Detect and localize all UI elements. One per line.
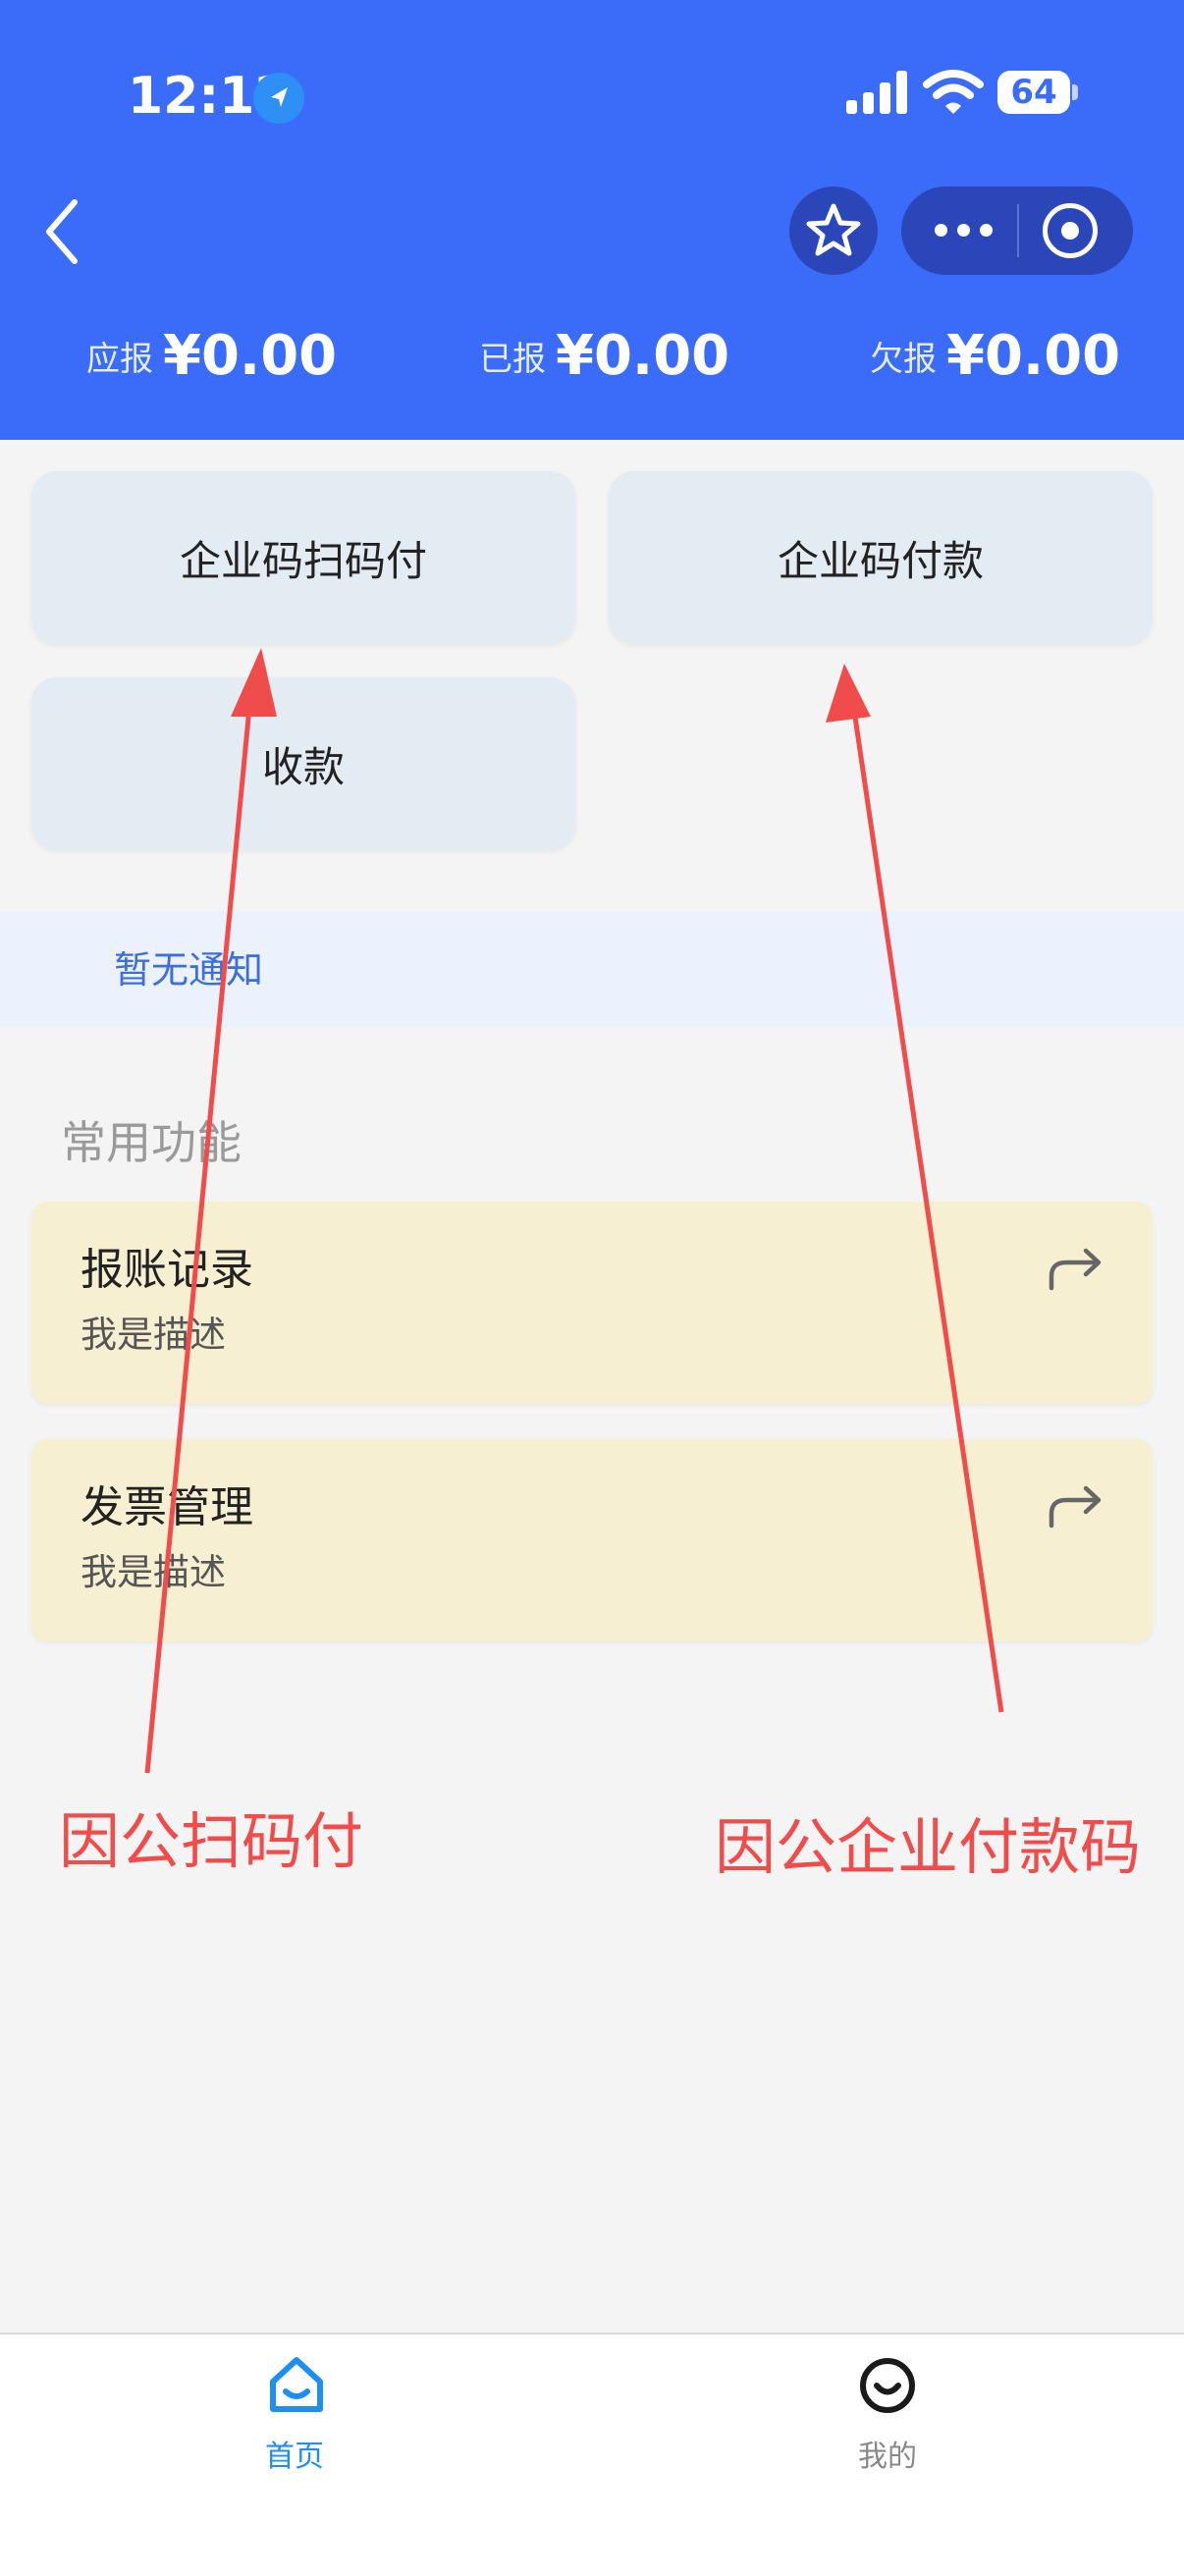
annotation-arrow-left <box>144 648 277 1774</box>
home-icon[interactable] <box>265 2354 328 2417</box>
annotation-label-left: 因公扫码付 <box>59 1805 364 1877</box>
tab-home-label[interactable]: 首页 <box>196 2439 393 2476</box>
tab-mine-label[interactable]: 我的 <box>789 2439 986 2476</box>
smile-face-icon[interactable] <box>856 2354 919 2417</box>
annotation-arrows <box>144 648 1004 1774</box>
annotation-label-right: 因公企业付款码 <box>715 1811 1142 1883</box>
annotation-arrow-right <box>826 664 1004 1713</box>
tab-bar <box>0 2333 1184 2576</box>
